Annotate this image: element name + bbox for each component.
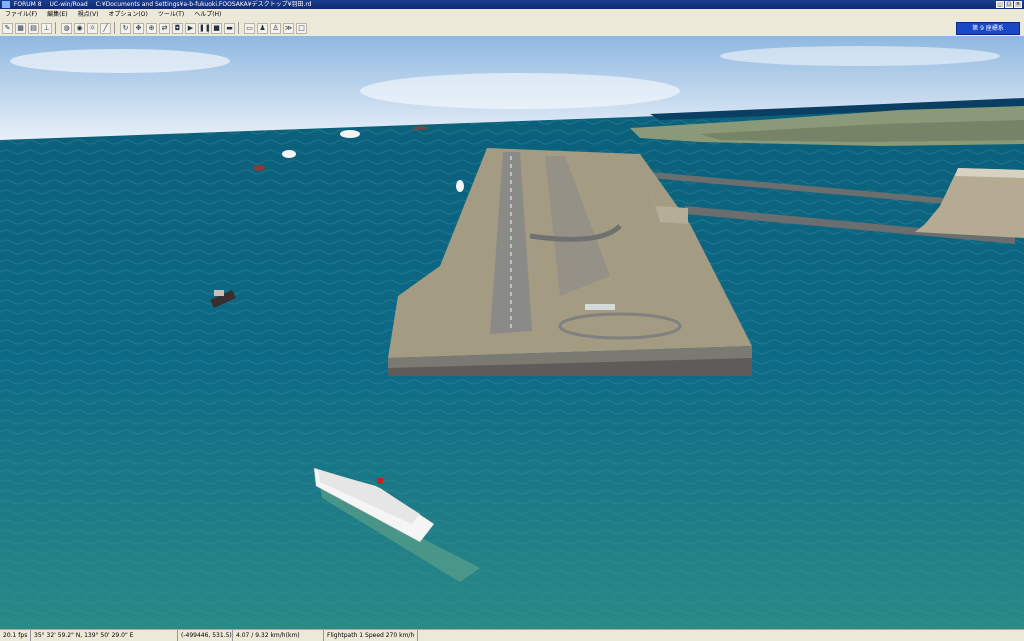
menu-file[interactable]: ファイル(F) [0, 9, 42, 20]
map-icon[interactable]: ▤ [28, 22, 39, 34]
stop-icon[interactable]: ■ [211, 22, 222, 34]
pen-icon[interactable]: ✎ [2, 22, 13, 34]
cloud [10, 49, 230, 73]
menu-view[interactable]: 視点(V) [73, 9, 104, 20]
camera-icon[interactable]: ◘ [172, 22, 183, 34]
globe-icon[interactable]: ◍ [61, 22, 72, 34]
coordinate-system-label[interactable]: 第 9 座標系 [956, 22, 1020, 35]
eye-icon[interactable]: ◉ [74, 22, 85, 34]
scene-canvas[interactable] [0, 36, 1024, 629]
move-icon[interactable]: ⇄ [159, 22, 170, 34]
cruise-ship-funnel [377, 478, 383, 484]
toolbar-separator [114, 22, 115, 34]
fps-readout: 20.1 fps [0, 630, 31, 641]
person-icon[interactable]: ⊥ [41, 22, 52, 34]
minimize-icon[interactable]: _ [996, 1, 1004, 8]
monitor-icon[interactable]: ▭ [244, 22, 255, 34]
stand-icon[interactable]: ♙ [270, 22, 281, 34]
small-boat [282, 150, 296, 158]
small-boat [412, 126, 428, 130]
car-icon[interactable]: ▬ [224, 22, 235, 34]
3d-viewport[interactable] [0, 36, 1024, 629]
flightpath-readout: Flightpath 1 Speed 270 km/h [324, 630, 419, 641]
close-icon[interactable]: × [1014, 1, 1022, 8]
speed-readout: 4.07 / 9.32 km/h(km) [233, 630, 324, 641]
cloud [360, 73, 680, 109]
aircraft [585, 304, 615, 310]
pan-icon[interactable]: ✥ [133, 22, 144, 34]
app-logo-icon [2, 1, 10, 8]
menu-tools[interactable]: ツール(T) [153, 9, 189, 20]
rotate-icon[interactable]: ↻ [120, 22, 131, 34]
toolbar: ✎ ▦ ▤ ⊥ ◍ ◉ ☼ ╱ ↻ ✥ ⊕ ⇄ ◘ ▶ ❚❚ ■ ▬ ▭ ♟ ♙… [0, 20, 1024, 37]
file-path: C:¥Documents and Settings¥a-b-fukuoki.FO… [95, 1, 312, 8]
menu-edit[interactable]: 編集(E) [42, 9, 72, 20]
walk-icon[interactable]: ♟ [257, 22, 268, 34]
small-boat [456, 180, 464, 192]
grid-icon[interactable]: ▦ [15, 22, 26, 34]
toolbar-separator [55, 22, 56, 34]
product-name: UC-win/Road [49, 1, 88, 8]
menu-help[interactable]: ヘルプ(H) [189, 9, 226, 20]
pause-icon[interactable]: ❚❚ [198, 22, 211, 34]
play-icon[interactable]: ▶ [185, 22, 196, 34]
small-boat [340, 130, 360, 138]
lat-lon-readout: 35° 32' 59.2" N, 139° 50' 29.0" E [31, 630, 178, 641]
light-icon[interactable]: ☼ [87, 22, 98, 34]
status-bar: 20.1 fps 35° 32' 59.2" N, 139° 50' 29.0"… [0, 629, 1024, 641]
cargo-ship-bridge [214, 290, 224, 296]
menu-options[interactable]: オプション(O) [103, 9, 152, 20]
maximize-icon[interactable]: □ [1005, 1, 1013, 8]
window-controls: _ □ × [996, 1, 1022, 8]
square-icon[interactable]: □ [296, 22, 307, 34]
position-readout: (-499446, 531.5) [178, 630, 233, 641]
run-icon[interactable]: ≫ [283, 22, 294, 34]
zoom-icon[interactable]: ⊕ [146, 22, 157, 34]
title-bar: FORUM 8 UC-win/Road C:¥Documents and Set… [0, 0, 1024, 9]
road-icon[interactable]: ╱ [100, 22, 111, 34]
small-boat [253, 165, 265, 171]
cloud [720, 46, 1000, 66]
app-name: FORUM 8 [13, 1, 42, 8]
menu-bar: ファイル(F) 編集(E) 視点(V) オプション(O) ツール(T) ヘルプ(… [0, 9, 1024, 20]
toolbar-separator [238, 22, 239, 34]
